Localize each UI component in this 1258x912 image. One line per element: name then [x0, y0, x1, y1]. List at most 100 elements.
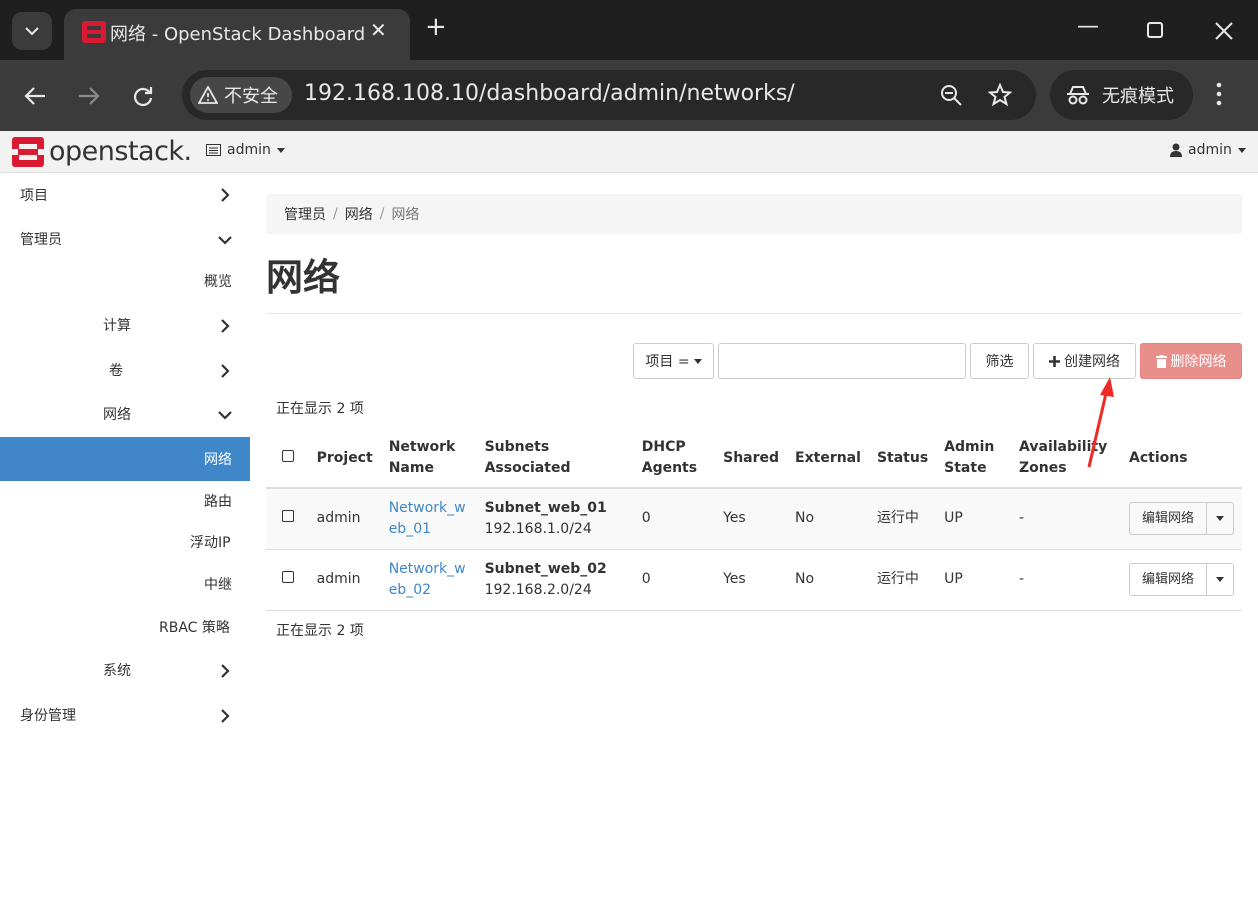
row-checkbox[interactable] [282, 510, 294, 523]
cell-subnets: Subnet_web_02 192.168.2.0/24 [476, 548, 634, 611]
sidebar-item-rbac-policies[interactable]: RBAC 策略 [159, 605, 230, 649]
row-checkbox[interactable] [282, 571, 294, 583]
network-name-link[interactable]: Network_w eb_02 [389, 561, 466, 598]
breadcrumb-separator: / [333, 206, 338, 222]
cell-dhcp-agents: 0 [633, 548, 716, 611]
window-close-icon[interactable] [1215, 22, 1233, 40]
maximize-icon[interactable] [1147, 22, 1163, 38]
cell-shared: Yes [715, 548, 788, 611]
breadcrumb-item[interactable]: 网络 [345, 204, 373, 224]
incognito-chip[interactable]: 无痕模式 [1050, 70, 1193, 120]
sidebar-item-project[interactable]: 项目 [20, 173, 48, 217]
subnet-cidr: 192.168.1.0/24 [484, 520, 592, 537]
edit-network-button[interactable]: 编辑网络 [1130, 564, 1207, 595]
sidebar-item-admin[interactable]: 管理员 [20, 217, 62, 261]
subnet-cidr: 192.168.2.0/24 [484, 581, 592, 598]
forward-button[interactable] [74, 81, 104, 111]
more-vert-icon[interactable] [1216, 82, 1222, 106]
chevron-right-icon [221, 364, 230, 378]
tab-search-button[interactable] [12, 12, 52, 50]
chevron-right-icon [221, 188, 230, 202]
row-actions-dropdown[interactable] [1207, 503, 1233, 534]
browser-tab[interactable]: 网络 - OpenStack Dashboard ✕ [64, 9, 410, 60]
security-chip[interactable]: 不安全 [190, 77, 292, 113]
column-header-actions: Actions [1121, 429, 1242, 489]
sidebar-item-label: 管理员 [20, 232, 62, 248]
cell-shared: Yes [715, 487, 788, 549]
breadcrumb-separator: / [379, 206, 385, 222]
zoom-icon[interactable] [940, 84, 962, 106]
create-network-button[interactable]: 创建网络 [1033, 343, 1136, 379]
sidebar-item-label: 中继 [204, 577, 232, 593]
cell-availability-zones: - [1011, 548, 1121, 611]
cell-actions: 编辑网络 [1121, 487, 1242, 549]
breadcrumb-item[interactable]: 管理员 [284, 204, 326, 224]
sidebar-item-floating-ips[interactable]: 浮动IP [190, 520, 231, 564]
reload-button[interactable] [128, 81, 158, 111]
cell-status: 运行中 [868, 487, 937, 549]
filter-button-label: 筛选 [985, 354, 1014, 370]
bookmark-star-icon[interactable] [988, 83, 1012, 107]
browser-tabstrip: 网络 - OpenStack Dashboard ✕ + — [0, 0, 1258, 60]
sidebar-item-label: 浮动IP [190, 535, 231, 551]
logo-text: openstack. [49, 136, 192, 167]
back-button[interactable] [20, 81, 50, 111]
address-bar[interactable]: 不安全 192.168.108.10/dashboard/admin/netwo… [182, 70, 1036, 120]
cell-availability-zones: - [1011, 487, 1121, 549]
filter-input[interactable] [718, 343, 966, 379]
sidebar-item-volumes[interactable]: 卷 [109, 348, 123, 392]
sidebar-item-networks[interactable]: 网络 [204, 437, 232, 481]
breadcrumb-current: 网络 [391, 207, 420, 223]
cell-status: 运行中 [868, 548, 937, 611]
edit-network-button[interactable]: 编辑网络 [1130, 503, 1207, 535]
sidebar-item-overview[interactable]: 概览 [204, 259, 232, 303]
cell-subnets: Subnet_web_01 192.168.1.0/24 [476, 487, 634, 549]
cell-network-name: Network_w eb_01 [380, 487, 477, 549]
project-selector[interactable]: admin [206, 142, 285, 158]
column-header-external[interactable]: External [787, 429, 869, 489]
column-header-shared[interactable]: Shared [715, 429, 788, 489]
row-actions-dropdown[interactable] [1207, 564, 1233, 595]
new-tab-icon[interactable]: + [425, 12, 447, 42]
page-title: 网络 [266, 256, 340, 299]
row-select-cell [266, 548, 309, 611]
cell-admin-state: UP [936, 548, 1012, 611]
column-header-status[interactable]: Status [868, 429, 937, 489]
column-header-subnets[interactable]: Subnets Associated [476, 429, 634, 489]
minimize-icon[interactable]: — [1077, 14, 1099, 39]
caret-down-icon [693, 358, 702, 364]
tab-close-icon[interactable]: ✕ [370, 18, 387, 42]
filter-field-select[interactable]: 项目 = [633, 343, 714, 379]
network-name-link[interactable]: Network_w eb_01 [389, 500, 466, 537]
cell-admin-state: UP [936, 487, 1012, 549]
openstack-logo[interactable]: openstack. [12, 136, 192, 167]
sidebar-item-identity[interactable]: 身份管理 [20, 693, 76, 737]
user-menu-label: admin [1188, 142, 1232, 158]
cell-actions: 编辑网络 [1121, 548, 1242, 611]
sidebar: 项目 管理员 概览 计算 卷 网络 网络 路由 浮动IP 中继 RBAC 策略 … [0, 173, 250, 912]
sidebar-item-network-group[interactable]: 网络 [103, 392, 131, 436]
column-header-project[interactable]: Project [308, 429, 381, 489]
openstack-logo-icon [12, 136, 44, 167]
caret-down-icon [1216, 516, 1224, 522]
create-network-label: 创建网络 [1064, 354, 1120, 370]
sidebar-item-label: 系统 [103, 663, 131, 679]
filter-button[interactable]: 筛选 [970, 343, 1029, 379]
sidebar-item-label: RBAC 策略 [159, 620, 230, 636]
select-all-checkbox[interactable] [282, 449, 294, 462]
sidebar-item-compute[interactable]: 计算 [103, 303, 131, 347]
column-header-dhcp-agents[interactable]: DHCP Agents [633, 429, 716, 489]
cell-network-name: Network_w eb_02 [380, 548, 477, 611]
column-header-network-name[interactable]: Network Name [380, 429, 477, 489]
user-menu[interactable]: admin [1170, 142, 1246, 158]
sidebar-item-label: 概览 [204, 274, 232, 290]
warning-icon [198, 86, 218, 104]
breadcrumb: 管理员 / 网络 / 网络 [266, 194, 1242, 234]
sidebar-item-system[interactable]: 系统 [103, 648, 131, 692]
delete-networks-button[interactable]: 删除网络 [1140, 343, 1242, 379]
column-header-admin-state[interactable]: Admin State [936, 429, 1012, 489]
sidebar-item-routers[interactable]: 路由 [204, 479, 232, 523]
select-all-cell [266, 429, 309, 489]
sidebar-item-trunks[interactable]: 中继 [204, 562, 232, 606]
url-text: 192.168.108.10/dashboard/admin/networks/ [304, 81, 795, 106]
